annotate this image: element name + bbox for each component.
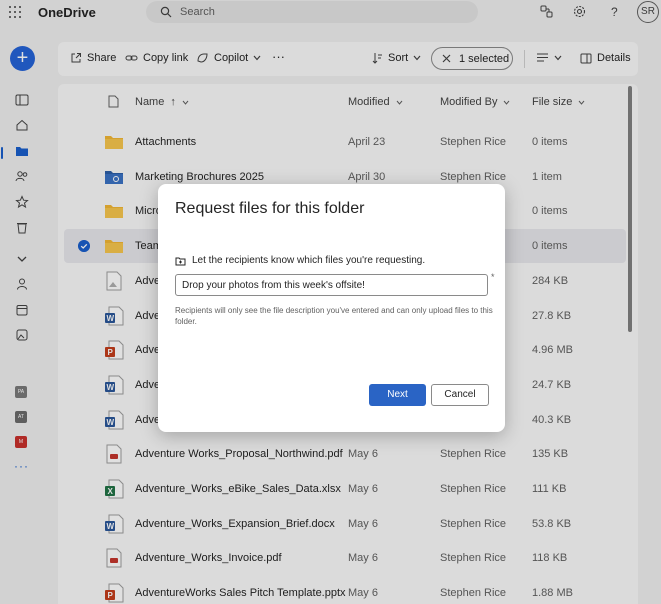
request-files-dialog: Request files for this folder Let the re… <box>158 184 505 432</box>
cancel-button[interactable]: Cancel <box>431 384 489 406</box>
dialog-title: Request files for this folder <box>175 200 364 218</box>
dialog-label: Let the recipients know which files you'… <box>175 255 425 266</box>
required-mark: * <box>491 272 495 282</box>
dialog-label-text: Let the recipients know which files you'… <box>192 255 425 266</box>
folder-request-icon <box>175 256 186 266</box>
request-description-input[interactable] <box>175 274 488 296</box>
next-button[interactable]: Next <box>369 384 426 406</box>
dialog-note: Recipients will only see the file descri… <box>175 305 495 327</box>
